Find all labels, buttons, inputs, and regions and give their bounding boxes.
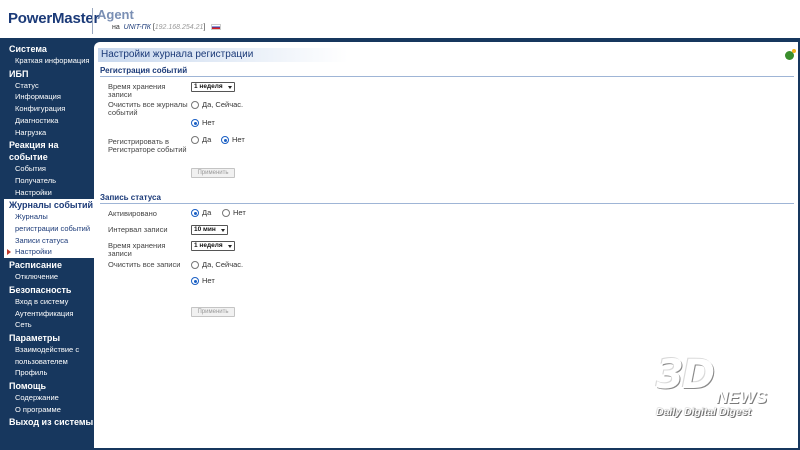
on-label: на bbox=[112, 24, 120, 31]
nav-user-interaction-line2[interactable]: пользователем bbox=[0, 356, 94, 368]
page-title: Настройки журнала регистрации bbox=[98, 48, 348, 62]
host-name: UNIT-ПК bbox=[123, 24, 151, 31]
nav-event-logs[interactable]: Журналы событий bbox=[4, 199, 94, 212]
nav-logs-journals-line2[interactable]: регистрации событий bbox=[4, 223, 94, 235]
clear-event-logs-label-line2: событий bbox=[108, 108, 138, 117]
nav-about[interactable]: О программе bbox=[0, 404, 94, 416]
watermark-3d: 3D bbox=[656, 352, 715, 398]
nav-ups-load[interactable]: Нагрузка bbox=[0, 127, 94, 139]
status-retention-label-line2: записи bbox=[108, 249, 132, 258]
register-yes-label: Да bbox=[202, 135, 212, 144]
nav-logout[interactable]: Выход из системы bbox=[0, 416, 94, 428]
clear-status-no-label: Нет bbox=[202, 276, 215, 285]
status-enabled-yes-label: Да bbox=[202, 208, 212, 217]
status-enabled-no-label: Нет bbox=[233, 208, 246, 217]
host-ip: 192.168.254.21 bbox=[154, 24, 204, 31]
nav-ups-diagnostics[interactable]: Диагностика bbox=[0, 115, 94, 127]
clear-status-label: Очистить все записи bbox=[108, 260, 181, 269]
nav-profile[interactable]: Профиль bbox=[0, 367, 94, 379]
clear-event-logs-no-radio[interactable] bbox=[191, 119, 199, 127]
status-enabled-yes-radio[interactable] bbox=[191, 209, 199, 217]
event-log-apply-button[interactable]: Применить bbox=[191, 168, 235, 178]
clear-event-logs-yes-radio[interactable] bbox=[191, 101, 199, 109]
clear-event-logs-no-label: Нет bbox=[202, 118, 215, 127]
nav-ups-status[interactable]: Статус bbox=[0, 80, 94, 92]
watermark-tagline: Daily Digital Digest bbox=[656, 406, 752, 418]
nav-parameters[interactable]: Параметры bbox=[0, 332, 94, 344]
status-retention-select[interactable]: 1 неделя bbox=[191, 241, 235, 251]
3dnews-watermark: 3D NEWS Daily Digital Digest bbox=[640, 352, 790, 438]
nav-contents[interactable]: Содержание bbox=[0, 392, 94, 404]
status-log-apply-button[interactable]: Применить bbox=[191, 307, 235, 317]
agent-title: Agent bbox=[97, 7, 134, 22]
event-log-section-title: Регистрация событий bbox=[100, 66, 794, 77]
nav-system[interactable]: Система bbox=[0, 43, 94, 55]
nav-event-response[interactable]: Реакция на bbox=[0, 139, 94, 151]
watermark-news: NEWS bbox=[716, 388, 767, 407]
app-header: PowerMaster Agent на UNIT-ПК [192.168.25… bbox=[0, 0, 800, 40]
nav-security[interactable]: Безопасность bbox=[0, 284, 94, 296]
nav-user-interaction[interactable]: Взаимодействие с bbox=[0, 344, 94, 356]
clear-event-logs-yes-label: Да, Сейчас. bbox=[202, 100, 244, 109]
header-divider bbox=[92, 8, 93, 34]
nav-ups-info[interactable]: Информация bbox=[0, 91, 94, 103]
nav-events[interactable]: События bbox=[0, 163, 94, 175]
nav-ups-config[interactable]: Конфигурация bbox=[0, 103, 94, 115]
event-retention-select[interactable]: 1 неделя bbox=[191, 82, 235, 92]
powermaster-logo[interactable]: PowerMaster bbox=[8, 10, 99, 27]
event-retention-label-line2: записи bbox=[108, 90, 132, 99]
nav-event-response-line2[interactable]: событие bbox=[0, 151, 94, 163]
nav-log-settings[interactable]: Настройки bbox=[4, 246, 94, 258]
clear-status-no-radio[interactable] bbox=[191, 277, 199, 285]
nav-logs-journals[interactable]: Журналы bbox=[4, 211, 94, 223]
register-label-line2: Регистраторе событий bbox=[108, 145, 187, 154]
nav-status-records[interactable]: Записи статуса bbox=[4, 235, 94, 247]
nav-schedule[interactable]: Расписание bbox=[0, 259, 94, 271]
nav-ups[interactable]: ИБП bbox=[0, 68, 94, 80]
status-interval-label: Интервал записи bbox=[108, 225, 168, 234]
nav-summary[interactable]: Краткая информация bbox=[0, 55, 94, 67]
help-icon[interactable] bbox=[785, 49, 796, 60]
clear-status-yes-radio[interactable] bbox=[191, 261, 199, 269]
agent-host-info: на UNIT-ПК [192.168.254.21] bbox=[112, 24, 222, 31]
status-enabled-label: Активировано bbox=[108, 209, 157, 218]
register-no-radio[interactable] bbox=[221, 136, 229, 144]
nav-shutdown[interactable]: Отключение bbox=[0, 271, 94, 283]
register-yes-radio[interactable] bbox=[191, 136, 199, 144]
nav-help[interactable]: Помощь bbox=[0, 380, 94, 392]
nav-network[interactable]: Сеть bbox=[0, 319, 94, 331]
clear-status-yes-label: Да, Сейчас. bbox=[202, 260, 244, 269]
nav-logs-group: Журналы событий Журналы регистрации собы… bbox=[4, 199, 94, 259]
register-no-label: Нет bbox=[232, 135, 245, 144]
status-interval-select[interactable]: 10 мин bbox=[191, 225, 228, 235]
nav-event-settings[interactable]: Настройки bbox=[0, 187, 94, 199]
nav-recipient[interactable]: Получатель bbox=[0, 175, 94, 187]
nav-login[interactable]: Вход в систему bbox=[0, 296, 94, 308]
status-enabled-no-radio[interactable] bbox=[222, 209, 230, 217]
sidebar-nav: Система Краткая информация ИБП Статус Ин… bbox=[0, 42, 94, 450]
nav-authentication[interactable]: Аутентификация bbox=[0, 308, 94, 320]
russian-flag-icon[interactable] bbox=[211, 24, 222, 31]
status-log-section-title: Запись статуса bbox=[100, 193, 794, 204]
